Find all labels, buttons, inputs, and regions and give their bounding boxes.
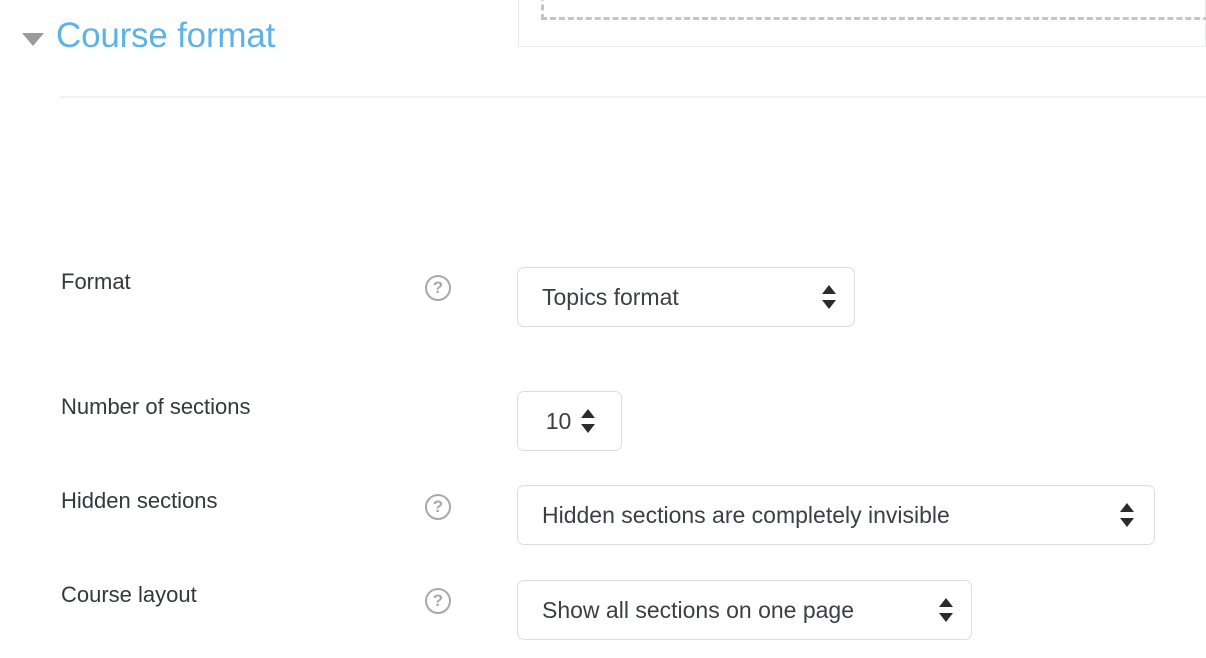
chevron-updown-icon [822, 284, 836, 310]
format-select-value: Topics format [542, 283, 679, 310]
help-icon[interactable]: ? [425, 588, 451, 614]
help-icon[interactable]: ? [425, 494, 451, 520]
format-select[interactable]: Topics format [517, 267, 855, 327]
chevron-updown-icon [939, 597, 953, 623]
field-label-format: Format [61, 269, 131, 294]
course-format-section-header[interactable]: Course format [0, 16, 275, 56]
help-icon[interactable]: ? [425, 275, 451, 301]
field-label-hidden-sections: Hidden sections [61, 488, 218, 513]
field-label-number-of-sections: Number of sections [61, 394, 251, 419]
field-label-course-layout: Course layout [61, 582, 197, 607]
triangle-down-icon[interactable] [22, 32, 44, 46]
chevron-updown-icon [1120, 502, 1134, 528]
number-of-sections-select[interactable]: 10 [517, 391, 622, 451]
course-layout-select-value: Show all sections on one page [542, 596, 854, 623]
page-title[interactable]: Course format [56, 16, 275, 56]
chevron-updown-icon [581, 408, 596, 434]
hidden-sections-select-value: Hidden sections are completely invisible [542, 501, 950, 528]
file-drop-zone-icon[interactable] [541, 0, 1206, 20]
section-divider [60, 96, 1206, 98]
number-of-sections-value: 10 [545, 407, 572, 434]
file-upload-container [518, 0, 1206, 47]
course-layout-select[interactable]: Show all sections on one page [517, 580, 972, 640]
hidden-sections-select[interactable]: Hidden sections are completely invisible [517, 485, 1155, 545]
